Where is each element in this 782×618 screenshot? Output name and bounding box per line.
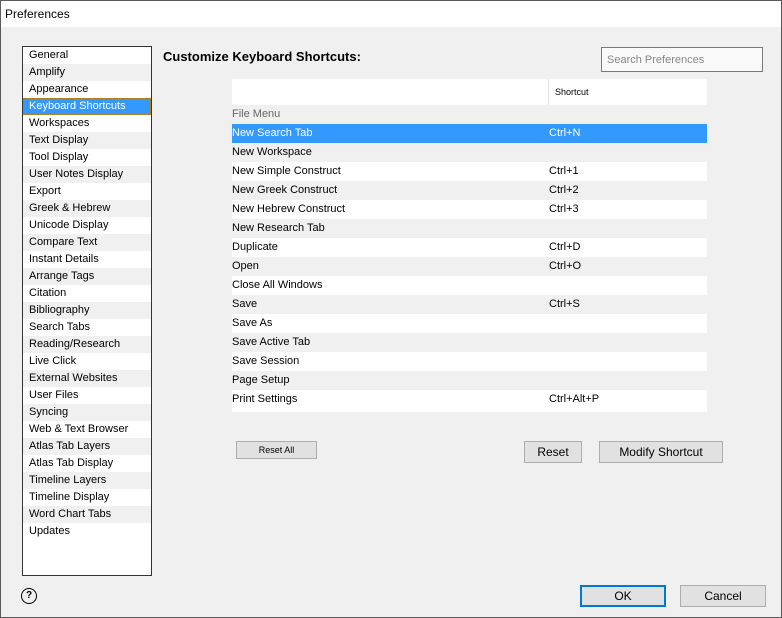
sidebar-item[interactable]: Tool Display — [23, 149, 151, 166]
sidebar-item[interactable]: Greek & Hebrew — [23, 200, 151, 217]
command-name: Duplicate — [232, 241, 278, 253]
sidebar-item[interactable]: Reading/Research — [23, 336, 151, 353]
sidebar-item[interactable]: Unicode Display — [23, 217, 151, 234]
sidebar-item[interactable]: Arrange Tags — [23, 268, 151, 285]
shortcut-row[interactable]: New Research Tab — [232, 219, 707, 238]
shortcut-key: Ctrl+N — [549, 127, 581, 139]
help-icon[interactable]: ? — [21, 588, 37, 604]
shortcut-key: Ctrl+3 — [549, 203, 579, 215]
preferences-category-list[interactable]: General Amplify Appearance Keyboard Shortcu… — [22, 46, 152, 576]
sidebar-item[interactable]: External Websites — [23, 370, 151, 387]
shortcut-row[interactable]: New Search Tab Ctrl+N — [232, 124, 707, 143]
sidebar-item[interactable]: Word Chart Tabs — [23, 506, 151, 523]
search-preferences-input[interactable] — [601, 47, 763, 72]
command-name: New Simple Construct — [232, 165, 341, 177]
sidebar-item[interactable]: Export — [23, 183, 151, 200]
command-name: Print Settings — [232, 393, 298, 405]
shortcut-row[interactable]: Print Settings Ctrl+Alt+P — [232, 390, 707, 409]
column-separator[interactable] — [548, 79, 549, 105]
group-row: File Menu — [232, 105, 707, 124]
sidebar-item[interactable]: Web & Text Browser — [23, 421, 151, 438]
shortcut-row[interactable]: Page Setup — [232, 371, 707, 390]
shortcut-row[interactable]: Close All Windows — [232, 276, 707, 295]
shortcut-row[interactable]: New Hebrew Construct Ctrl+3 — [232, 200, 707, 219]
sidebar-item[interactable]: General — [23, 47, 151, 64]
sidebar-item[interactable]: Keyboard Shortcuts — [23, 98, 151, 115]
sidebar-item[interactable]: Atlas Tab Layers — [23, 438, 151, 455]
shortcut-row[interactable]: Duplicate Ctrl+D — [232, 238, 707, 257]
sidebar-item[interactable]: Live Click — [23, 353, 151, 370]
command-name: New Search Tab — [232, 127, 313, 139]
shortcut-key: Ctrl+D — [549, 241, 581, 253]
shortcut-row[interactable]: Save Active Tab — [232, 333, 707, 352]
shortcut-row[interactable]: New Greek Construct Ctrl+2 — [232, 181, 707, 200]
command-name: New Hebrew Construct — [232, 203, 346, 215]
shortcut-row[interactable]: Save Session — [232, 352, 707, 371]
shortcut-row[interactable]: New Simple Construct Ctrl+1 — [232, 162, 707, 181]
shortcut-row[interactable]: Save Ctrl+S — [232, 295, 707, 314]
command-name: Open — [232, 260, 259, 272]
command-name: New Research Tab — [232, 222, 325, 234]
shortcut-key: Ctrl+1 — [549, 165, 579, 177]
reset-all-button[interactable]: Reset All — [236, 441, 317, 459]
sidebar-item[interactable]: Amplify — [23, 64, 151, 81]
shortcuts-table: Shortcut File Menu New Search Tab Ctrl+N N… — [232, 79, 707, 412]
shortcut-key: Ctrl+2 — [549, 184, 579, 196]
cancel-button[interactable]: Cancel — [680, 585, 766, 607]
sidebar-item[interactable]: Search Tabs — [23, 319, 151, 336]
window-title: Preferences — [5, 7, 70, 21]
title-bar: Preferences — [1, 1, 781, 27]
command-name: Close All Windows — [232, 279, 323, 291]
command-name: New Greek Construct — [232, 184, 338, 196]
sidebar-item[interactable]: Compare Text — [23, 234, 151, 251]
preferences-dialog: Preferences General Amplify Appearance Keyb… — [0, 0, 782, 618]
sidebar-item[interactable]: Bibliography — [23, 302, 151, 319]
sidebar-item[interactable]: Text Display — [23, 132, 151, 149]
shortcut-column-header[interactable]: Shortcut — [555, 87, 589, 97]
modify-shortcut-button[interactable]: Modify Shortcut — [599, 441, 723, 463]
sidebar-item[interactable]: Appearance — [23, 81, 151, 98]
sidebar-item[interactable]: User Notes Display — [23, 166, 151, 183]
sidebar-item[interactable]: Syncing — [23, 404, 151, 421]
sidebar-item[interactable]: Timeline Layers — [23, 472, 151, 489]
reset-button[interactable]: Reset — [524, 441, 582, 463]
shortcut-row[interactable]: Save As — [232, 314, 707, 333]
sidebar-item[interactable]: Citation — [23, 285, 151, 302]
group-label: File Menu — [232, 108, 281, 120]
sidebar-item[interactable]: Instant Details — [23, 251, 151, 268]
command-name: Save Session — [232, 355, 300, 367]
sidebar-item[interactable]: Timeline Display — [23, 489, 151, 506]
ok-button[interactable]: OK — [580, 585, 666, 607]
shortcut-row[interactable]: New Workspace — [232, 143, 707, 162]
command-name: Save Active Tab — [232, 336, 311, 348]
shortcut-row[interactable]: Open Ctrl+O — [232, 257, 707, 276]
partial-row — [232, 409, 707, 412]
command-name: Save — [232, 298, 258, 310]
sidebar-item[interactable]: Atlas Tab Display — [23, 455, 151, 472]
command-name: New Workspace — [232, 146, 312, 158]
command-name: Save As — [232, 317, 273, 329]
shortcut-key: Ctrl+O — [549, 260, 582, 272]
command-name: Page Setup — [232, 374, 290, 386]
sidebar-item[interactable]: User Files — [23, 387, 151, 404]
shortcut-key: Ctrl+S — [549, 298, 580, 310]
sidebar-item[interactable]: Workspaces — [23, 115, 151, 132]
shortcut-key: Ctrl+Alt+P — [549, 393, 600, 405]
sidebar-item[interactable]: Updates — [23, 523, 151, 540]
table-header: Shortcut — [232, 79, 707, 105]
section-heading: Customize Keyboard Shortcuts: — [163, 49, 361, 64]
